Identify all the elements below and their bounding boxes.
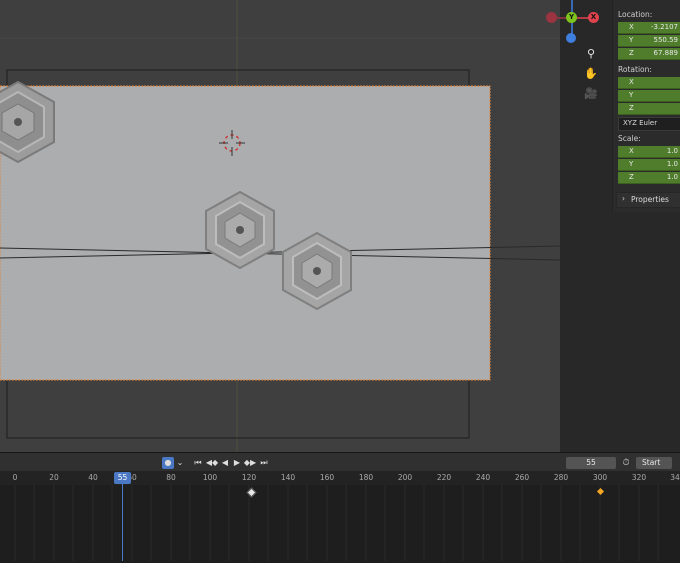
scale-y-field[interactable]: Y 1.0 <box>618 159 680 171</box>
current-frame-field[interactable]: 55 <box>566 457 616 469</box>
field-value: 1.0 <box>666 147 678 155</box>
axis-label: Y <box>629 160 634 168</box>
record-icon: ● <box>164 458 172 467</box>
n-panel: Location: X -3.2107 Y 550.59 Z 67.889 Rotat… <box>612 0 680 212</box>
field-value: -3.2107 <box>650 23 678 31</box>
stopwatch-icon[interactable]: ⏱ <box>620 457 632 469</box>
ruler-tick: 40 <box>88 473 98 482</box>
scale-x-field[interactable]: X 1.0 <box>618 146 680 158</box>
ruler-tick: 240 <box>475 473 491 482</box>
gizmo-neg-x-icon[interactable] <box>546 12 557 23</box>
chevron-right-icon: › <box>622 194 625 203</box>
ruler-tick: 280 <box>553 473 569 482</box>
location-label: Location: <box>618 10 653 19</box>
playhead-badge[interactable]: 55 <box>114 472 131 484</box>
timeline-header: ● ⌄ ⏮ ◀◆ ◀ ▶ ◆▶ ⏭ 55 ⏱ Start <box>0 452 680 472</box>
axis-label: Z <box>629 49 634 57</box>
axis-label: X <box>629 23 634 31</box>
prev-keyframe-button[interactable]: ◀◆ <box>205 457 219 469</box>
rotation-label: Rotation: <box>618 65 652 74</box>
ruler-tick: 180 <box>358 473 374 482</box>
play-reverse-button[interactable]: ◀ <box>219 457 231 469</box>
ruler-tick: 140 <box>280 473 296 482</box>
ruler-tick: 160 <box>319 473 335 482</box>
axis-label: Y <box>629 91 634 99</box>
gizmo-z-icon[interactable] <box>566 33 576 43</box>
ruler-tick: 320 <box>631 473 647 482</box>
ruler-tick: 260 <box>514 473 530 482</box>
chevron-down-icon: ⌄ <box>176 458 184 467</box>
camera-icon[interactable]: 🎥 <box>583 86 599 102</box>
3d-viewport[interactable] <box>0 0 560 452</box>
next-keyframe-button[interactable]: ◆▶ <box>243 457 257 469</box>
zoom-icon[interactable]: ⚲ <box>583 46 599 62</box>
ruler-tick: 80 <box>166 473 176 482</box>
prev-keyframe-icon: ◀◆ <box>205 458 219 467</box>
properties-panel-header[interactable]: › Properties <box>616 192 680 208</box>
field-value: 1.0 <box>666 160 678 168</box>
play-icon: ▶ <box>233 458 241 467</box>
axis-label: X <box>629 78 634 86</box>
jump-start-button[interactable]: ⏮ <box>192 457 204 469</box>
field-value: 67.889 <box>653 49 679 57</box>
properties-label: Properties <box>631 195 669 204</box>
playhead-line[interactable] <box>122 484 123 561</box>
auto-keying-toggle[interactable]: ● <box>162 457 174 469</box>
keying-dropdown[interactable]: ⌄ <box>175 457 185 469</box>
play-button[interactable]: ▶ <box>231 457 243 469</box>
location-y-field[interactable]: Y 550.59 <box>618 35 680 47</box>
rotation-mode-value: XYZ Euler <box>623 119 658 127</box>
location-z-field[interactable]: Z 67.889 <box>618 48 680 60</box>
axis-label: Z <box>629 104 634 112</box>
ruler-tick: 0 <box>12 473 18 482</box>
axis-label: Y <box>629 36 634 44</box>
gizmo-y-icon[interactable]: Y <box>566 12 577 23</box>
rotation-x-field[interactable]: X <box>618 77 680 89</box>
play-reverse-icon: ◀ <box>221 458 229 467</box>
start-frame-field[interactable]: Start <box>636 457 672 469</box>
timeline-grid <box>14 485 659 561</box>
ruler-tick: 220 <box>436 473 452 482</box>
axis-label: X <box>629 147 634 155</box>
ruler-tick: 300 <box>592 473 608 482</box>
ruler-tick: 20 <box>49 473 59 482</box>
jump-end-icon: ⏭ <box>260 458 268 467</box>
jump-end-button[interactable]: ⏭ <box>258 457 270 469</box>
jump-start-icon: ⏮ <box>194 458 202 467</box>
field-value: 550.59 <box>653 36 679 44</box>
viewport-scene <box>0 0 560 452</box>
rotation-y-field[interactable]: Y <box>618 90 680 102</box>
ruler-tick: 34 <box>670 473 680 482</box>
next-keyframe-icon: ◆▶ <box>243 458 257 467</box>
axis-label: Z <box>629 173 634 181</box>
scale-z-field[interactable]: Z 1.0 <box>618 172 680 184</box>
gizmo-x-icon[interactable]: X <box>588 12 599 23</box>
timeline-body[interactable] <box>0 485 680 561</box>
scale-label: Scale: <box>618 134 641 143</box>
ruler-tick: 200 <box>397 473 413 482</box>
timeline-ruler[interactable]: 0 20 40 60 80 100 120 140 160 180 200 22… <box>0 471 680 485</box>
location-x-field[interactable]: X -3.2107 <box>618 22 680 34</box>
hand-icon[interactable]: ✋ <box>583 66 599 82</box>
rotation-z-field[interactable]: Z <box>618 103 680 115</box>
rotation-mode-dropdown[interactable]: XYZ Euler <box>618 117 680 131</box>
ruler-tick: 120 <box>241 473 257 482</box>
ruler-tick: 100 <box>202 473 218 482</box>
field-value: 1.0 <box>666 173 678 181</box>
